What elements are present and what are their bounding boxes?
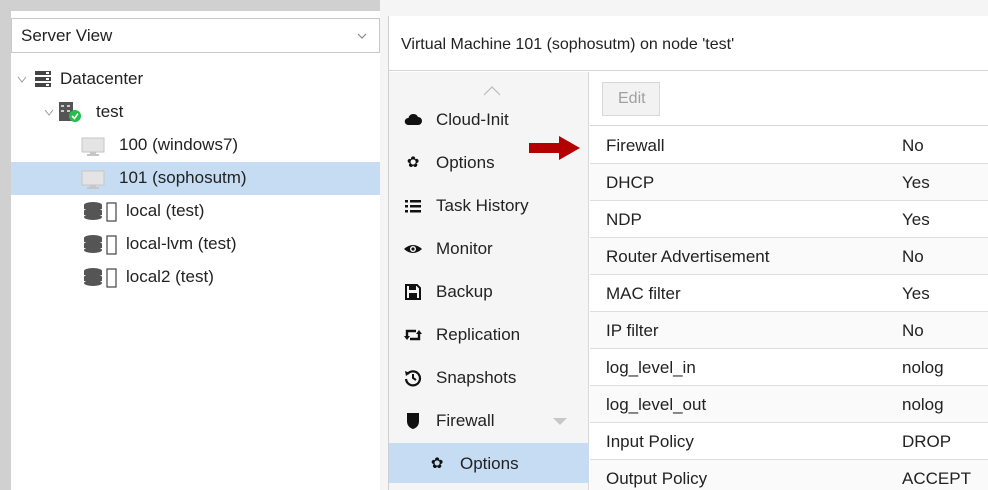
chevron-down-icon bbox=[357, 33, 367, 39]
option-key: Firewall bbox=[606, 136, 665, 155]
nav-item-label: Snapshots bbox=[436, 368, 517, 387]
table-row[interactable]: NDP Yes bbox=[590, 201, 988, 238]
tree-item-vm-101[interactable]: 101 (sophosutm) bbox=[11, 162, 380, 195]
vm-stopped-icon bbox=[81, 137, 105, 156]
floppy-icon bbox=[405, 284, 421, 300]
expand-toggle-icon[interactable] bbox=[44, 109, 54, 117]
tree-item-label: test bbox=[96, 102, 124, 121]
option-value: No bbox=[902, 321, 924, 340]
option-key: NDP bbox=[606, 210, 642, 229]
option-value: DROP bbox=[902, 432, 952, 451]
option-value: nolog bbox=[902, 395, 944, 414]
table-row[interactable]: Router Advertisement No bbox=[590, 238, 988, 275]
option-value: Yes bbox=[902, 210, 930, 229]
tree-item-storage-local-lvm[interactable]: local-lvm (test) bbox=[11, 228, 380, 261]
scroll-up-icon[interactable] bbox=[483, 86, 501, 96]
server-view-inner: Server View Datacenter test 100 (windows… bbox=[11, 11, 380, 490]
toolbar: Edit bbox=[590, 72, 988, 126]
option-value: No bbox=[902, 247, 924, 266]
table-row[interactable]: Output Policy ACCEPT bbox=[590, 460, 988, 490]
table-row[interactable]: Input Policy DROP bbox=[590, 423, 988, 460]
tree-item-datacenter[interactable]: Datacenter bbox=[11, 63, 380, 96]
storage-icon bbox=[84, 235, 117, 255]
storage-icon bbox=[84, 202, 117, 222]
tree-item-label: local-lvm (test) bbox=[126, 234, 237, 253]
page-title: Virtual Machine 101 (sophosutm) on node … bbox=[401, 36, 735, 53]
tree-item-label: local (test) bbox=[126, 201, 205, 220]
history-icon bbox=[404, 370, 422, 387]
option-key: log_level_out bbox=[606, 395, 707, 414]
gear-icon: ✿ bbox=[406, 154, 420, 171]
option-key: DHCP bbox=[606, 173, 655, 192]
server-view-select-value: Server View bbox=[21, 26, 113, 45]
tree-item-storage-local2[interactable]: local2 (test) bbox=[11, 261, 380, 294]
nav-item-label: Options bbox=[436, 153, 495, 172]
table-row[interactable]: Firewall No bbox=[590, 127, 988, 164]
nav-item-replication[interactable]: Replication bbox=[389, 314, 589, 354]
table-row[interactable]: log_level_out nolog bbox=[590, 386, 988, 423]
vm-panel: Virtual Machine 101 (sophosutm) on node … bbox=[388, 16, 988, 490]
table-row[interactable]: IP filter No bbox=[590, 312, 988, 349]
expand-toggle-icon[interactable] bbox=[17, 76, 27, 84]
nav-item-monitor[interactable]: Monitor bbox=[389, 228, 589, 268]
server-view-panel: Server View Datacenter test 100 (windows… bbox=[0, 0, 380, 490]
tree-item-label: 100 (windows7) bbox=[119, 135, 239, 154]
table-row[interactable]: DHCP Yes bbox=[590, 164, 988, 201]
nav-item-cloud-init[interactable]: Cloud-Init bbox=[389, 99, 589, 139]
nav-item-label: Options bbox=[460, 454, 519, 473]
tree-item-storage-local[interactable]: local (test) bbox=[11, 195, 380, 228]
tree-item-label: Datacenter bbox=[60, 69, 144, 88]
vm-stopped-icon bbox=[81, 170, 105, 189]
option-key: MAC filter bbox=[606, 284, 681, 303]
table-row[interactable]: MAC filter Yes bbox=[590, 275, 988, 312]
shield-icon bbox=[407, 413, 419, 429]
nav-item-task-history[interactable]: Task History bbox=[389, 185, 589, 225]
annotation-arrow-icon bbox=[529, 136, 580, 160]
storage-icon bbox=[84, 268, 117, 288]
panel-header: Virtual Machine 101 (sophosutm) on node … bbox=[389, 16, 988, 71]
edit-button[interactable]: Edit bbox=[602, 82, 660, 116]
tree-item-node-test[interactable]: test bbox=[11, 96, 380, 129]
nav-item-firewall-options[interactable]: ✿ Options bbox=[389, 443, 589, 483]
option-value: Yes bbox=[902, 173, 930, 192]
option-key: IP filter bbox=[606, 321, 659, 340]
datacenter-icon bbox=[35, 71, 51, 87]
option-value: ACCEPT bbox=[902, 469, 971, 488]
option-key: Output Policy bbox=[606, 469, 708, 488]
nav-item-firewall[interactable]: Firewall bbox=[389, 400, 589, 440]
option-value: No bbox=[902, 136, 924, 155]
list-icon bbox=[405, 200, 421, 213]
eye-icon bbox=[404, 245, 422, 253]
nav-item-label: Monitor bbox=[436, 239, 493, 258]
tree-item-label: local2 (test) bbox=[126, 267, 214, 286]
option-key: Input Policy bbox=[606, 432, 694, 451]
option-value: nolog bbox=[902, 358, 944, 377]
option-value: Yes bbox=[902, 284, 930, 303]
gear-icon: ✿ bbox=[430, 455, 444, 472]
tree-item-vm-100[interactable]: 100 (windows7) bbox=[11, 129, 380, 162]
retweet-icon bbox=[404, 329, 422, 341]
nav-item-label: Replication bbox=[436, 325, 521, 344]
expand-arrow-icon[interactable] bbox=[553, 418, 567, 425]
option-key: Router Advertisement bbox=[606, 247, 770, 266]
server-view-select[interactable]: Server View bbox=[11, 18, 380, 53]
nav-item-backup[interactable]: Backup bbox=[389, 271, 589, 311]
nav-item-label: Cloud-Init bbox=[436, 110, 509, 129]
table-row[interactable]: log_level_in nolog bbox=[590, 349, 988, 386]
firewall-options-content: Edit Firewall No DHCP Yes NDP Yes Router… bbox=[590, 72, 988, 490]
tree-item-label: 101 (sophosutm) bbox=[119, 168, 247, 187]
nav-item-snapshots[interactable]: Snapshots bbox=[389, 357, 589, 397]
cloud-icon bbox=[404, 113, 422, 125]
nav-item-label: Firewall bbox=[436, 411, 495, 430]
nav-item-label: Backup bbox=[436, 282, 493, 301]
node-online-icon bbox=[59, 102, 81, 122]
nav-item-label: Task History bbox=[436, 196, 529, 215]
option-key: log_level_in bbox=[606, 358, 696, 377]
